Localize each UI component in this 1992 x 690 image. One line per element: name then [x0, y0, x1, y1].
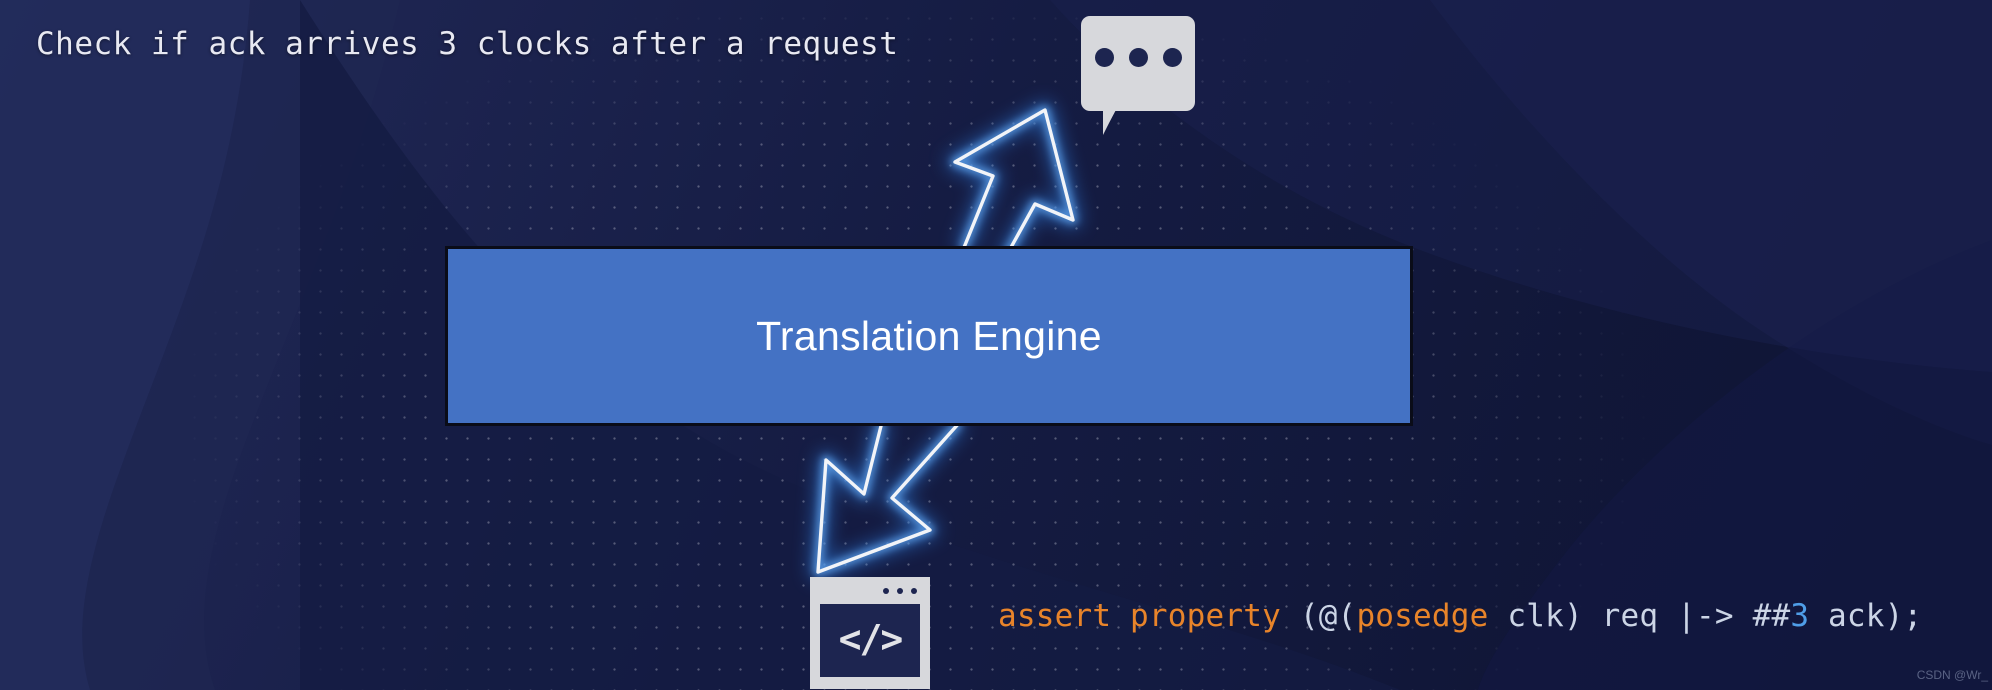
translation-engine-box[interactable]: Translation Engine	[445, 246, 1413, 426]
translation-engine-label: Translation Engine	[756, 312, 1102, 359]
code-token-tail: ack);	[1809, 598, 1923, 634]
speech-bubble-dot	[1128, 48, 1148, 67]
code-window-dot	[883, 587, 889, 594]
slide-canvas: Check if ack arrives 3 clocks after a re…	[0, 0, 1992, 690]
speech-bubble-dot	[1094, 48, 1114, 67]
code-token-delay-count: 3	[1790, 598, 1810, 634]
code-window-icon: </>	[810, 577, 930, 689]
speech-bubble-icon	[1081, 16, 1195, 135]
code-token-posedge: posedge	[1356, 598, 1489, 634]
code-window-screen: </>	[820, 604, 920, 677]
code-token-assert-property: assert property	[998, 598, 1281, 634]
code-token-open-clock: (@(	[1280, 598, 1357, 634]
code-window-dot	[897, 587, 903, 594]
speech-bubble-dot	[1162, 48, 1182, 67]
generated-code-line: assert property (@(posedge clk) req |-> …	[998, 598, 1922, 634]
speech-bubble-tail	[1103, 107, 1139, 135]
code-window-dot	[911, 587, 917, 594]
watermark: CSDN @Wr_	[1916, 668, 1988, 682]
code-brackets-glyph: </>	[838, 616, 904, 661]
speech-bubble-dots	[1081, 48, 1195, 67]
code-window-titlebar	[810, 577, 930, 604]
code-token-implication: clk) req |-> ##	[1488, 598, 1791, 634]
prompt-text: Check if ack arrives 3 clocks after a re…	[36, 26, 899, 62]
